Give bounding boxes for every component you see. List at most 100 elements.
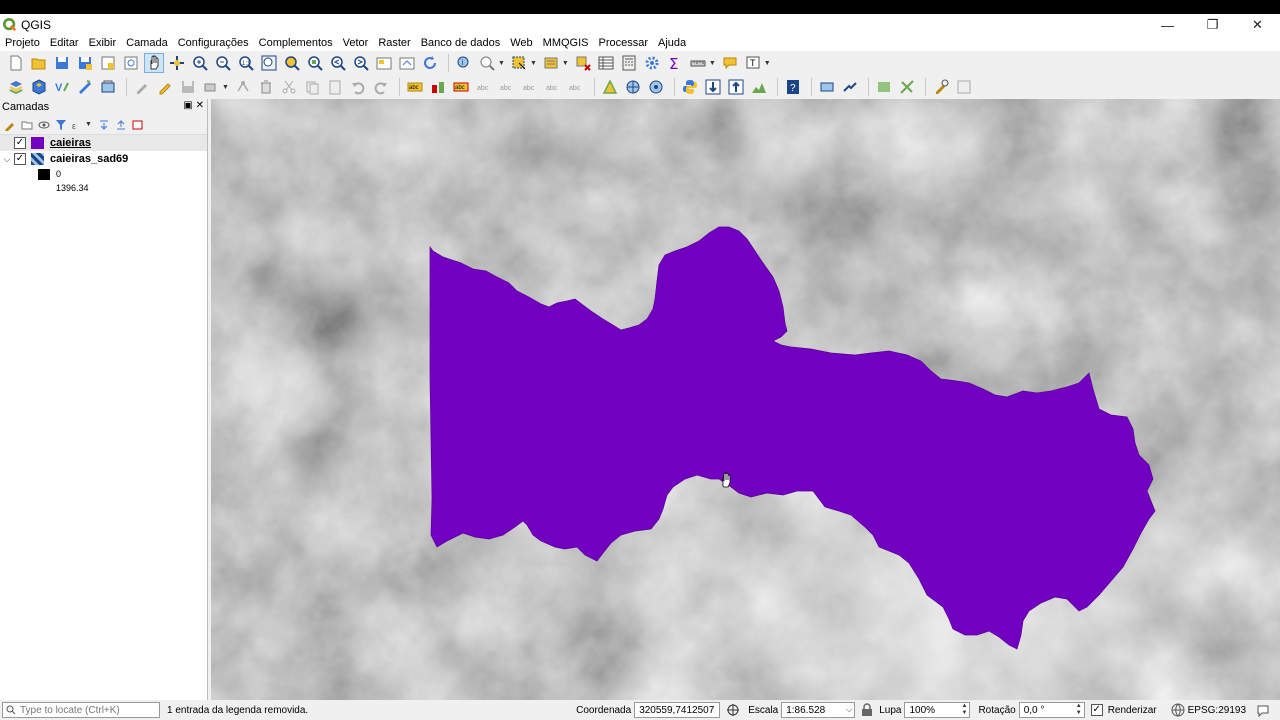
annotation-icon[interactable] (720, 53, 740, 73)
scale-combobox[interactable]: 1:86.528 ⌵ (781, 702, 856, 718)
menu-banco-de-dados[interactable]: Banco de dados (416, 36, 506, 51)
add-raster-icon[interactable] (874, 77, 894, 97)
magnifier-spinbox[interactable]: 100% ▲ ▼ (904, 702, 971, 718)
current-edits-icon[interactable] (132, 77, 152, 97)
menu-exibir[interactable]: Exibir (84, 36, 122, 51)
vertex-tool-icon[interactable] (233, 77, 253, 97)
manage-map-themes-icon[interactable] (36, 117, 52, 133)
crs-label[interactable]: EPSG:29193 (1188, 705, 1246, 716)
filter-legend-icon[interactable] (53, 117, 69, 133)
zoom-out-icon[interactable] (213, 53, 233, 73)
label-move-icon[interactable]: abc (520, 77, 540, 97)
delete-feature-icon[interactable] (256, 77, 276, 97)
measure-icon[interactable] (477, 53, 497, 73)
attribute-table-icon[interactable] (596, 53, 616, 73)
menu-raster[interactable]: Raster (373, 36, 415, 51)
menu-ajuda[interactable]: Ajuda (653, 36, 691, 51)
zoom-to-selection-icon[interactable] (282, 53, 302, 73)
rotation-spinbox[interactable]: 0,0 ° ▲ ▼ (1018, 702, 1085, 718)
new-spatialite-icon[interactable] (75, 77, 95, 97)
lock-icon[interactable] (861, 703, 873, 717)
close-button[interactable]: ✕ (1235, 14, 1280, 36)
identify-icon[interactable]: i (454, 53, 474, 73)
save-project-icon[interactable] (52, 53, 72, 73)
menu-projeto[interactable]: Projeto (0, 36, 45, 51)
save-as-icon[interactable] (75, 53, 95, 73)
zoom-full-icon[interactable] (259, 53, 279, 73)
new-virtual-layer-icon[interactable] (98, 77, 118, 97)
menu-web[interactable]: Web (505, 36, 537, 51)
cut-icon[interactable] (279, 77, 299, 97)
new-geopackage-icon[interactable] (29, 77, 49, 97)
digitize-icon[interactable] (817, 77, 837, 97)
add-feature-icon[interactable] (201, 77, 221, 97)
coordinate-extent-toggle-icon[interactable] (726, 703, 740, 717)
processing-toolbox-icon[interactable] (642, 53, 662, 73)
expand-all-icon[interactable] (96, 117, 112, 133)
zoom-native-icon[interactable]: 1:1 (236, 53, 256, 73)
new-map-view-icon[interactable] (374, 53, 394, 73)
zoom-to-layer-icon[interactable] (305, 53, 325, 73)
label-highlight-icon[interactable]: abc (474, 77, 494, 97)
menu-camada[interactable]: Camada (121, 36, 173, 51)
download-icon[interactable] (703, 77, 723, 97)
label-pin-icon[interactable]: abc (451, 77, 471, 97)
label-show-icon[interactable]: abc (497, 77, 517, 97)
maximize-button[interactable]: ❐ (1190, 14, 1235, 36)
close-panel-icon[interactable]: ✕ (196, 100, 204, 111)
label-change-icon[interactable]: abc (566, 77, 586, 97)
label-rotate-icon[interactable]: abc (543, 77, 563, 97)
crs-globe-icon[interactable] (1171, 703, 1185, 717)
new-project-icon[interactable] (6, 53, 26, 73)
plugin-icon[interactable] (840, 77, 860, 97)
undo-icon[interactable] (348, 77, 368, 97)
open-project-icon[interactable] (29, 53, 49, 73)
profile-icon[interactable] (749, 77, 769, 97)
render-checkbox[interactable]: ✓ (1090, 704, 1103, 716)
spin-arrows-icon[interactable]: ▲ ▼ (1074, 703, 1084, 717)
toggle-editing-icon[interactable] (155, 77, 175, 97)
messages-icon[interactable] (1256, 703, 1270, 717)
globe-icon[interactable] (623, 77, 643, 97)
coordinate-field[interactable]: 320559,7412507 (634, 702, 721, 718)
upload-icon[interactable] (726, 77, 746, 97)
tools-icon[interactable] (931, 77, 951, 97)
select-by-value-icon[interactable] (541, 53, 561, 73)
layer-row-caieiras-sad69[interactable]: ⌵ ✓ caieiras_sad69 (0, 151, 207, 167)
save-edits-icon[interactable] (178, 77, 198, 97)
locator-search-box[interactable]: Type to locate (Ctrl+K) (2, 702, 160, 718)
add-group-icon[interactable] (19, 117, 35, 133)
collapse-chevron-icon[interactable]: ⌵ (0, 154, 14, 165)
spin-arrows-icon[interactable]: ▲ ▼ (959, 703, 969, 717)
measure-line-icon[interactable] (688, 53, 708, 73)
menu-mmqgis[interactable]: MMQGIS (538, 36, 594, 51)
style-panel-icon[interactable] (2, 117, 18, 133)
python-icon[interactable] (680, 77, 700, 97)
float-panel-icon[interactable]: ▣ (183, 100, 192, 111)
label-tool-icon[interactable]: abc (405, 77, 425, 97)
new-3d-view-icon[interactable] (397, 53, 417, 73)
georeferencer-icon[interactable] (600, 77, 620, 97)
select-features-icon[interactable] (509, 53, 529, 73)
help-icon[interactable]: ? (783, 77, 803, 97)
layout-manager-icon[interactable] (121, 53, 141, 73)
minimize-button[interactable]: — (1145, 14, 1190, 36)
layer-visibility-checkbox[interactable]: ✓ (14, 137, 26, 149)
filter-expression-icon[interactable]: ε (70, 117, 86, 133)
refresh-icon[interactable] (420, 53, 440, 73)
layer-visibility-checkbox[interactable]: ✓ (14, 153, 26, 165)
menu-processar[interactable]: Processar (594, 36, 654, 51)
remove-layer-icon[interactable] (130, 117, 146, 133)
menu-vetor[interactable]: Vetor (338, 36, 374, 51)
statistics-icon[interactable]: Σ (665, 53, 685, 73)
pan-icon[interactable] (144, 53, 164, 73)
chevron-down-icon[interactable]: ⌵ (844, 703, 854, 717)
data-source-manager-icon[interactable] (6, 77, 26, 97)
collapse-all-icon[interactable] (113, 117, 129, 133)
globe-settings-icon[interactable] (646, 77, 666, 97)
text-annotation-icon[interactable]: T (743, 53, 763, 73)
pan-to-selection-icon[interactable] (167, 53, 187, 73)
copy-icon[interactable] (302, 77, 322, 97)
zoom-last-icon[interactable] (328, 53, 348, 73)
menu-configuracoes[interactable]: Configurações (173, 36, 254, 51)
